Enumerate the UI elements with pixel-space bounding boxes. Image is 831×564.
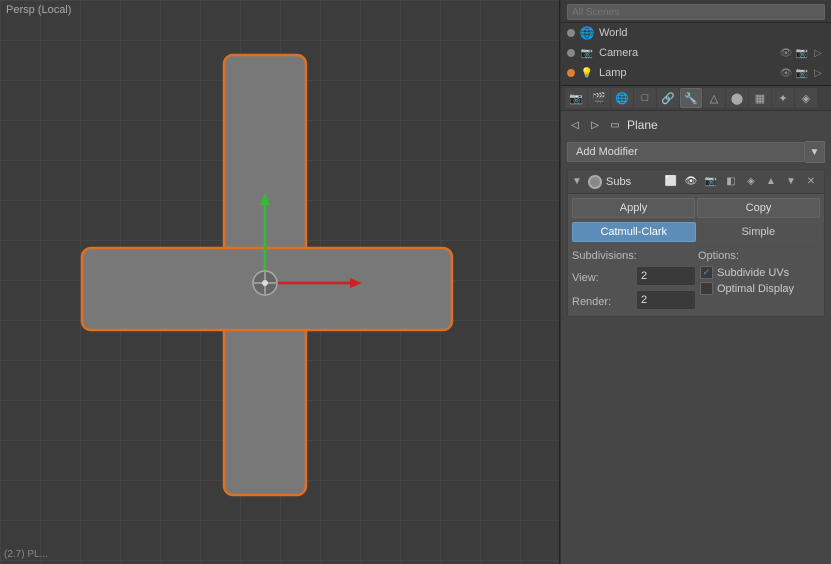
lamp-extra-icon[interactable]: ▷ <box>811 66 825 80</box>
camera-render-icon[interactable]: 📷 <box>795 46 809 60</box>
subdivide-uvs-checkbox[interactable] <box>700 266 713 279</box>
prop-icon-scene[interactable]: 🎬 <box>588 88 610 108</box>
outliner-item-lamp[interactable]: 💡 Lamp 👁 📷 ▷ <box>561 63 831 83</box>
lamp-eye-icon[interactable]: 👁 <box>779 66 793 80</box>
viewport-bottom-info: (2.7) PL... <box>4 549 48 560</box>
properties-panel: 📷 🎬 🌐 □ 🔗 🔧 △ ⬤ ▦ ✦ ◈ ◁ ▷ ▭ Plane Add Mo… <box>561 86 831 564</box>
options-label: Options: <box>698 248 820 262</box>
apply-copy-row: Apply Copy <box>568 194 824 222</box>
outliner-item-camera[interactable]: 📷 Camera 👁 📷 ▷ <box>561 43 831 63</box>
modifier-collapse-icon[interactable]: ▼ <box>572 176 584 187</box>
prop-icon-data[interactable]: △ <box>703 88 725 108</box>
visibility-dot-camera <box>567 49 575 57</box>
apply-button[interactable]: Apply <box>572 198 695 218</box>
subdivisions-label: Subdivisions: <box>572 248 694 262</box>
outliner-header <box>561 2 831 23</box>
render-value-input[interactable]: 2 <box>636 290 696 310</box>
world-label: World <box>599 27 628 39</box>
subdivide-uvs-row: Subdivide UVs <box>700 266 820 279</box>
lamp-eye-icons: 👁 📷 ▷ <box>779 66 825 80</box>
world-icon: 🌐 <box>579 25 595 41</box>
mod-icon-realtime[interactable]: ⬜ <box>662 173 680 191</box>
modifier-header: ▼ Subs ⬜ 👁 📷 ◧ ◈ ▲ ▼ ✕ <box>568 170 824 194</box>
modifier-card: ▼ Subs ⬜ 👁 📷 ◧ ◈ ▲ ▼ ✕ <box>567 169 825 317</box>
mesh-object <box>0 0 560 564</box>
add-modifier-row: Add Modifier ▼ <box>567 141 825 163</box>
object-name: Plane <box>627 118 658 132</box>
plane-mesh-icon: ▭ <box>607 117 623 133</box>
prop-icon-modifiers[interactable]: 🔧 <box>680 88 702 108</box>
prop-icon-constraints[interactable]: 🔗 <box>657 88 679 108</box>
options-column: Subdivide UVs Optimal Display <box>700 266 820 310</box>
subdivide-uvs-label: Subdivide UVs <box>717 267 789 279</box>
mod-icon-edit[interactable]: ◈ <box>742 173 760 191</box>
subdivisions-section: Subdivisions: Options: View: 2 <box>568 246 824 316</box>
mod-icon-up[interactable]: ▲ <box>762 173 780 191</box>
camera-icon: 📷 <box>579 45 595 61</box>
view-value: 2 <box>641 270 691 282</box>
fields-column: View: 2 Render: 2 <box>572 266 696 310</box>
modifier-name: Subs <box>606 176 658 188</box>
camera-extra-icon[interactable]: ▷ <box>811 46 825 60</box>
add-modifier-dropdown[interactable]: ▼ <box>805 141 825 163</box>
prop-icon-material[interactable]: ⬤ <box>726 88 748 108</box>
modifier-header-icons: ⬜ 👁 📷 ◧ ◈ ▲ ▼ ✕ <box>662 173 820 191</box>
breadcrumb-row: ◁ ▷ ▭ Plane <box>567 115 825 135</box>
scene-outliner: 🌐 World 📷 Camera 👁 📷 ▷ 💡 Lamp 👁 📷 ▷ <box>561 0 831 86</box>
prop-icon-object[interactable]: □ <box>634 88 656 108</box>
camera-label: Camera <box>599 47 638 59</box>
prop-icon-physics[interactable]: ◈ <box>795 88 817 108</box>
view-value-input[interactable]: 2 <box>636 266 696 286</box>
lamp-render-icon[interactable]: 📷 <box>795 66 809 80</box>
section-labels-row: Subdivisions: Options: <box>572 248 820 262</box>
camera-eye-icon[interactable]: 👁 <box>779 46 793 60</box>
view-render-options-row: View: 2 Render: 2 <box>572 266 820 310</box>
visibility-dot-world <box>567 29 575 37</box>
lamp-label: Lamp <box>599 67 627 79</box>
copy-button[interactable]: Copy <box>697 198 820 218</box>
search-input[interactable] <box>567 4 825 20</box>
mod-icon-close[interactable]: ✕ <box>802 173 820 191</box>
add-modifier-button[interactable]: Add Modifier <box>567 142 805 162</box>
viewport[interactable]: Persp (Local) (2.7) PL... <box>0 0 560 564</box>
nav-forward-icon[interactable]: ▷ <box>587 117 603 133</box>
modifier-status-icon <box>588 175 602 189</box>
right-panel: 🌐 World 📷 Camera 👁 📷 ▷ 💡 Lamp 👁 📷 ▷ <box>560 0 831 564</box>
prop-icon-texture[interactable]: ▦ <box>749 88 771 108</box>
optimal-display-row: Optimal Display <box>700 282 820 295</box>
view-label: View: <box>572 269 632 284</box>
prop-icon-world[interactable]: 🌐 <box>611 88 633 108</box>
prop-icon-particles[interactable]: ✦ <box>772 88 794 108</box>
properties-icons-row: 📷 🎬 🌐 □ 🔗 🔧 △ ⬤ ▦ ✦ ◈ <box>561 86 831 111</box>
lamp-icon: 💡 <box>579 65 595 81</box>
camera-eye-icons: 👁 📷 ▷ <box>779 46 825 60</box>
subdivide-tabs: Catmull-Clark Simple <box>572 222 820 242</box>
mod-icon-render-eye[interactable]: 👁 <box>682 173 700 191</box>
visibility-dot-lamp <box>567 69 575 77</box>
props-content: ◁ ▷ ▭ Plane Add Modifier ▼ ▼ Subs ⬜ <box>561 111 831 564</box>
simple-tab[interactable]: Simple <box>697 222 821 242</box>
optimal-display-label: Optimal Display <box>717 283 794 295</box>
render-label: Render: <box>572 293 632 308</box>
mod-icon-cage[interactable]: ◧ <box>722 173 740 191</box>
optimal-display-checkbox[interactable] <box>700 282 713 295</box>
render-value: 2 <box>641 294 691 306</box>
outliner-item-world[interactable]: 🌐 World <box>561 23 831 43</box>
mod-icon-down[interactable]: ▼ <box>782 173 800 191</box>
mod-icon-render[interactable]: 📷 <box>702 173 720 191</box>
prop-icon-render[interactable]: 📷 <box>565 88 587 108</box>
catmull-clark-tab[interactable]: Catmull-Clark <box>572 222 696 242</box>
nav-back-icon[interactable]: ◁ <box>567 117 583 133</box>
